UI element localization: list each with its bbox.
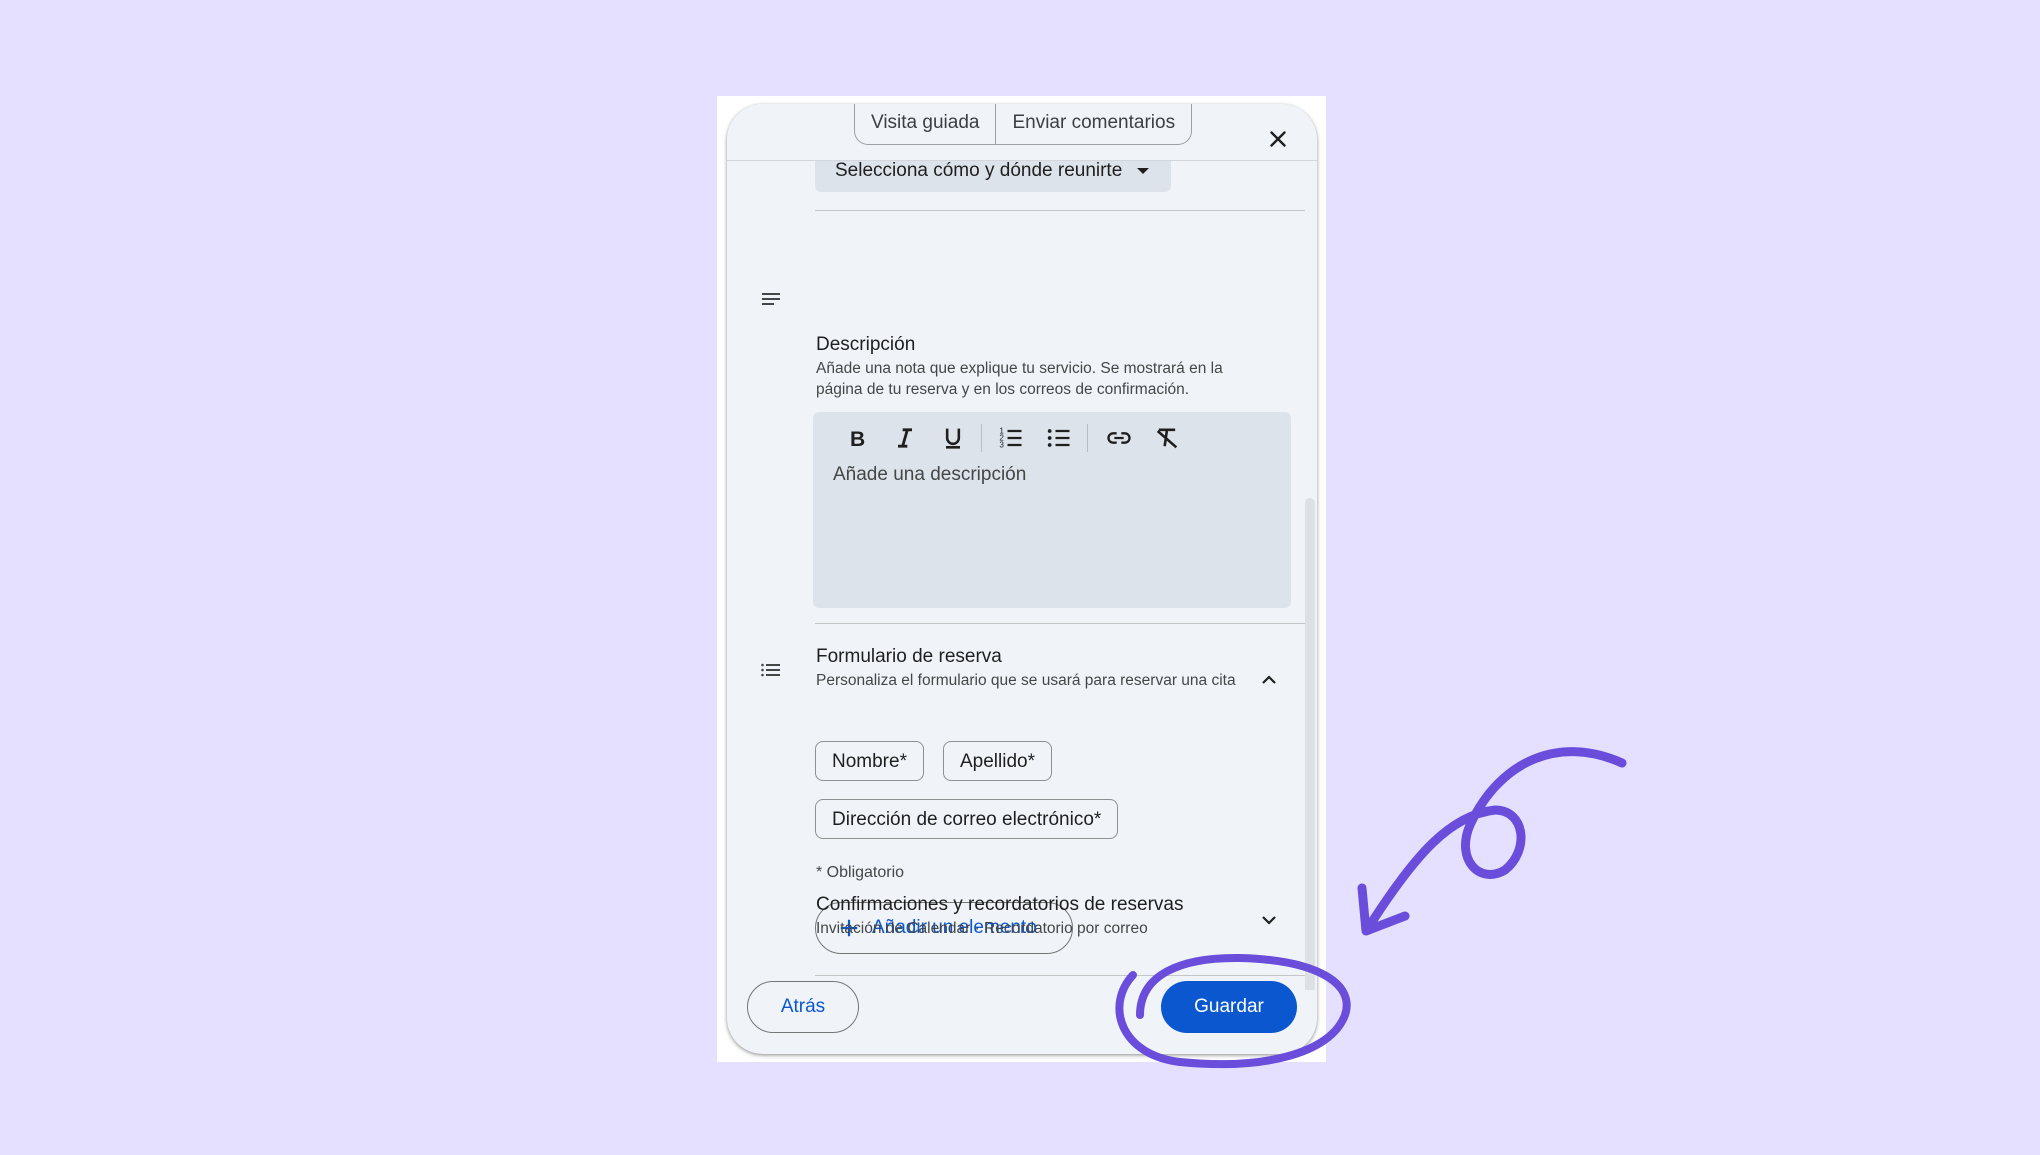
list-icon	[761, 663, 780, 677]
scrollbar[interactable]	[1305, 498, 1315, 990]
toolbar-separator	[981, 424, 982, 452]
link-icon[interactable]	[1105, 424, 1133, 452]
italic-icon[interactable]	[891, 424, 919, 452]
save-button[interactable]: Guardar	[1161, 981, 1297, 1033]
meeting-location-select[interactable]: Selecciona cómo y dónde reunirte	[815, 160, 1171, 192]
help-tabs: Visita guiada Enviar comentarios	[854, 104, 1193, 145]
bulleted-list-icon[interactable]	[1045, 424, 1073, 452]
description-subtitle: Añade una nota que explique tu servicio.…	[816, 360, 1223, 398]
numbered-list-icon[interactable]: 1 2 3	[997, 424, 1025, 452]
underline-icon[interactable]	[939, 424, 967, 452]
field-chip-last-name[interactable]: Apellido*	[943, 741, 1052, 781]
description-lines-icon	[762, 293, 780, 305]
description-editor[interactable]: B 1 2 3 Añade una descripción	[813, 412, 1291, 608]
description-title: Descripción	[816, 334, 916, 355]
close-icon[interactable]	[1265, 126, 1291, 152]
clear-formatting-icon[interactable]	[1153, 424, 1181, 452]
description-placeholder: Añade una descripción	[833, 464, 1027, 485]
dropdown-caret-icon	[1137, 168, 1149, 174]
field-chip-first-name[interactable]: Nombre*	[815, 741, 924, 781]
back-button[interactable]: Atrás	[747, 981, 859, 1033]
divider	[815, 210, 1305, 211]
bold-icon[interactable]: B	[843, 424, 871, 452]
confirmations-subtitle: Invitación de Calendar · Recordatorio po…	[816, 920, 1148, 937]
field-chip-email[interactable]: Dirección de correo electrónico*	[815, 799, 1119, 839]
chevron-up-icon[interactable]	[1257, 668, 1281, 692]
toolbar-separator	[1087, 424, 1088, 452]
meeting-location-value: Selecciona cómo y dónde reunirte	[835, 160, 1123, 181]
panel-header: Visita guiada Enviar comentarios	[727, 104, 1317, 161]
confirmations-title: Confirmaciones y recordatorios de reserv…	[816, 894, 1184, 915]
chevron-down-icon[interactable]	[1257, 908, 1281, 932]
divider	[815, 975, 1305, 976]
divider	[815, 623, 1305, 624]
annotation-arrow-icon	[1365, 747, 1627, 930]
annotation-arrowhead-icon	[1357, 883, 1410, 936]
booking-form-subtitle: Personaliza el formulario que se usará p…	[816, 672, 1236, 689]
required-note: * Obligatorio	[816, 864, 905, 881]
panel-content: Selecciona cómo y dónde reunirte Descrip…	[727, 160, 1317, 990]
booking-form-title: Formulario de reserva	[816, 646, 1002, 667]
svg-text:B: B	[850, 428, 865, 451]
svg-text:3: 3	[999, 440, 1004, 449]
send-feedback-tab[interactable]: Enviar comentarios	[995, 104, 1191, 144]
guided-tour-tab[interactable]: Visita guiada	[855, 104, 995, 144]
